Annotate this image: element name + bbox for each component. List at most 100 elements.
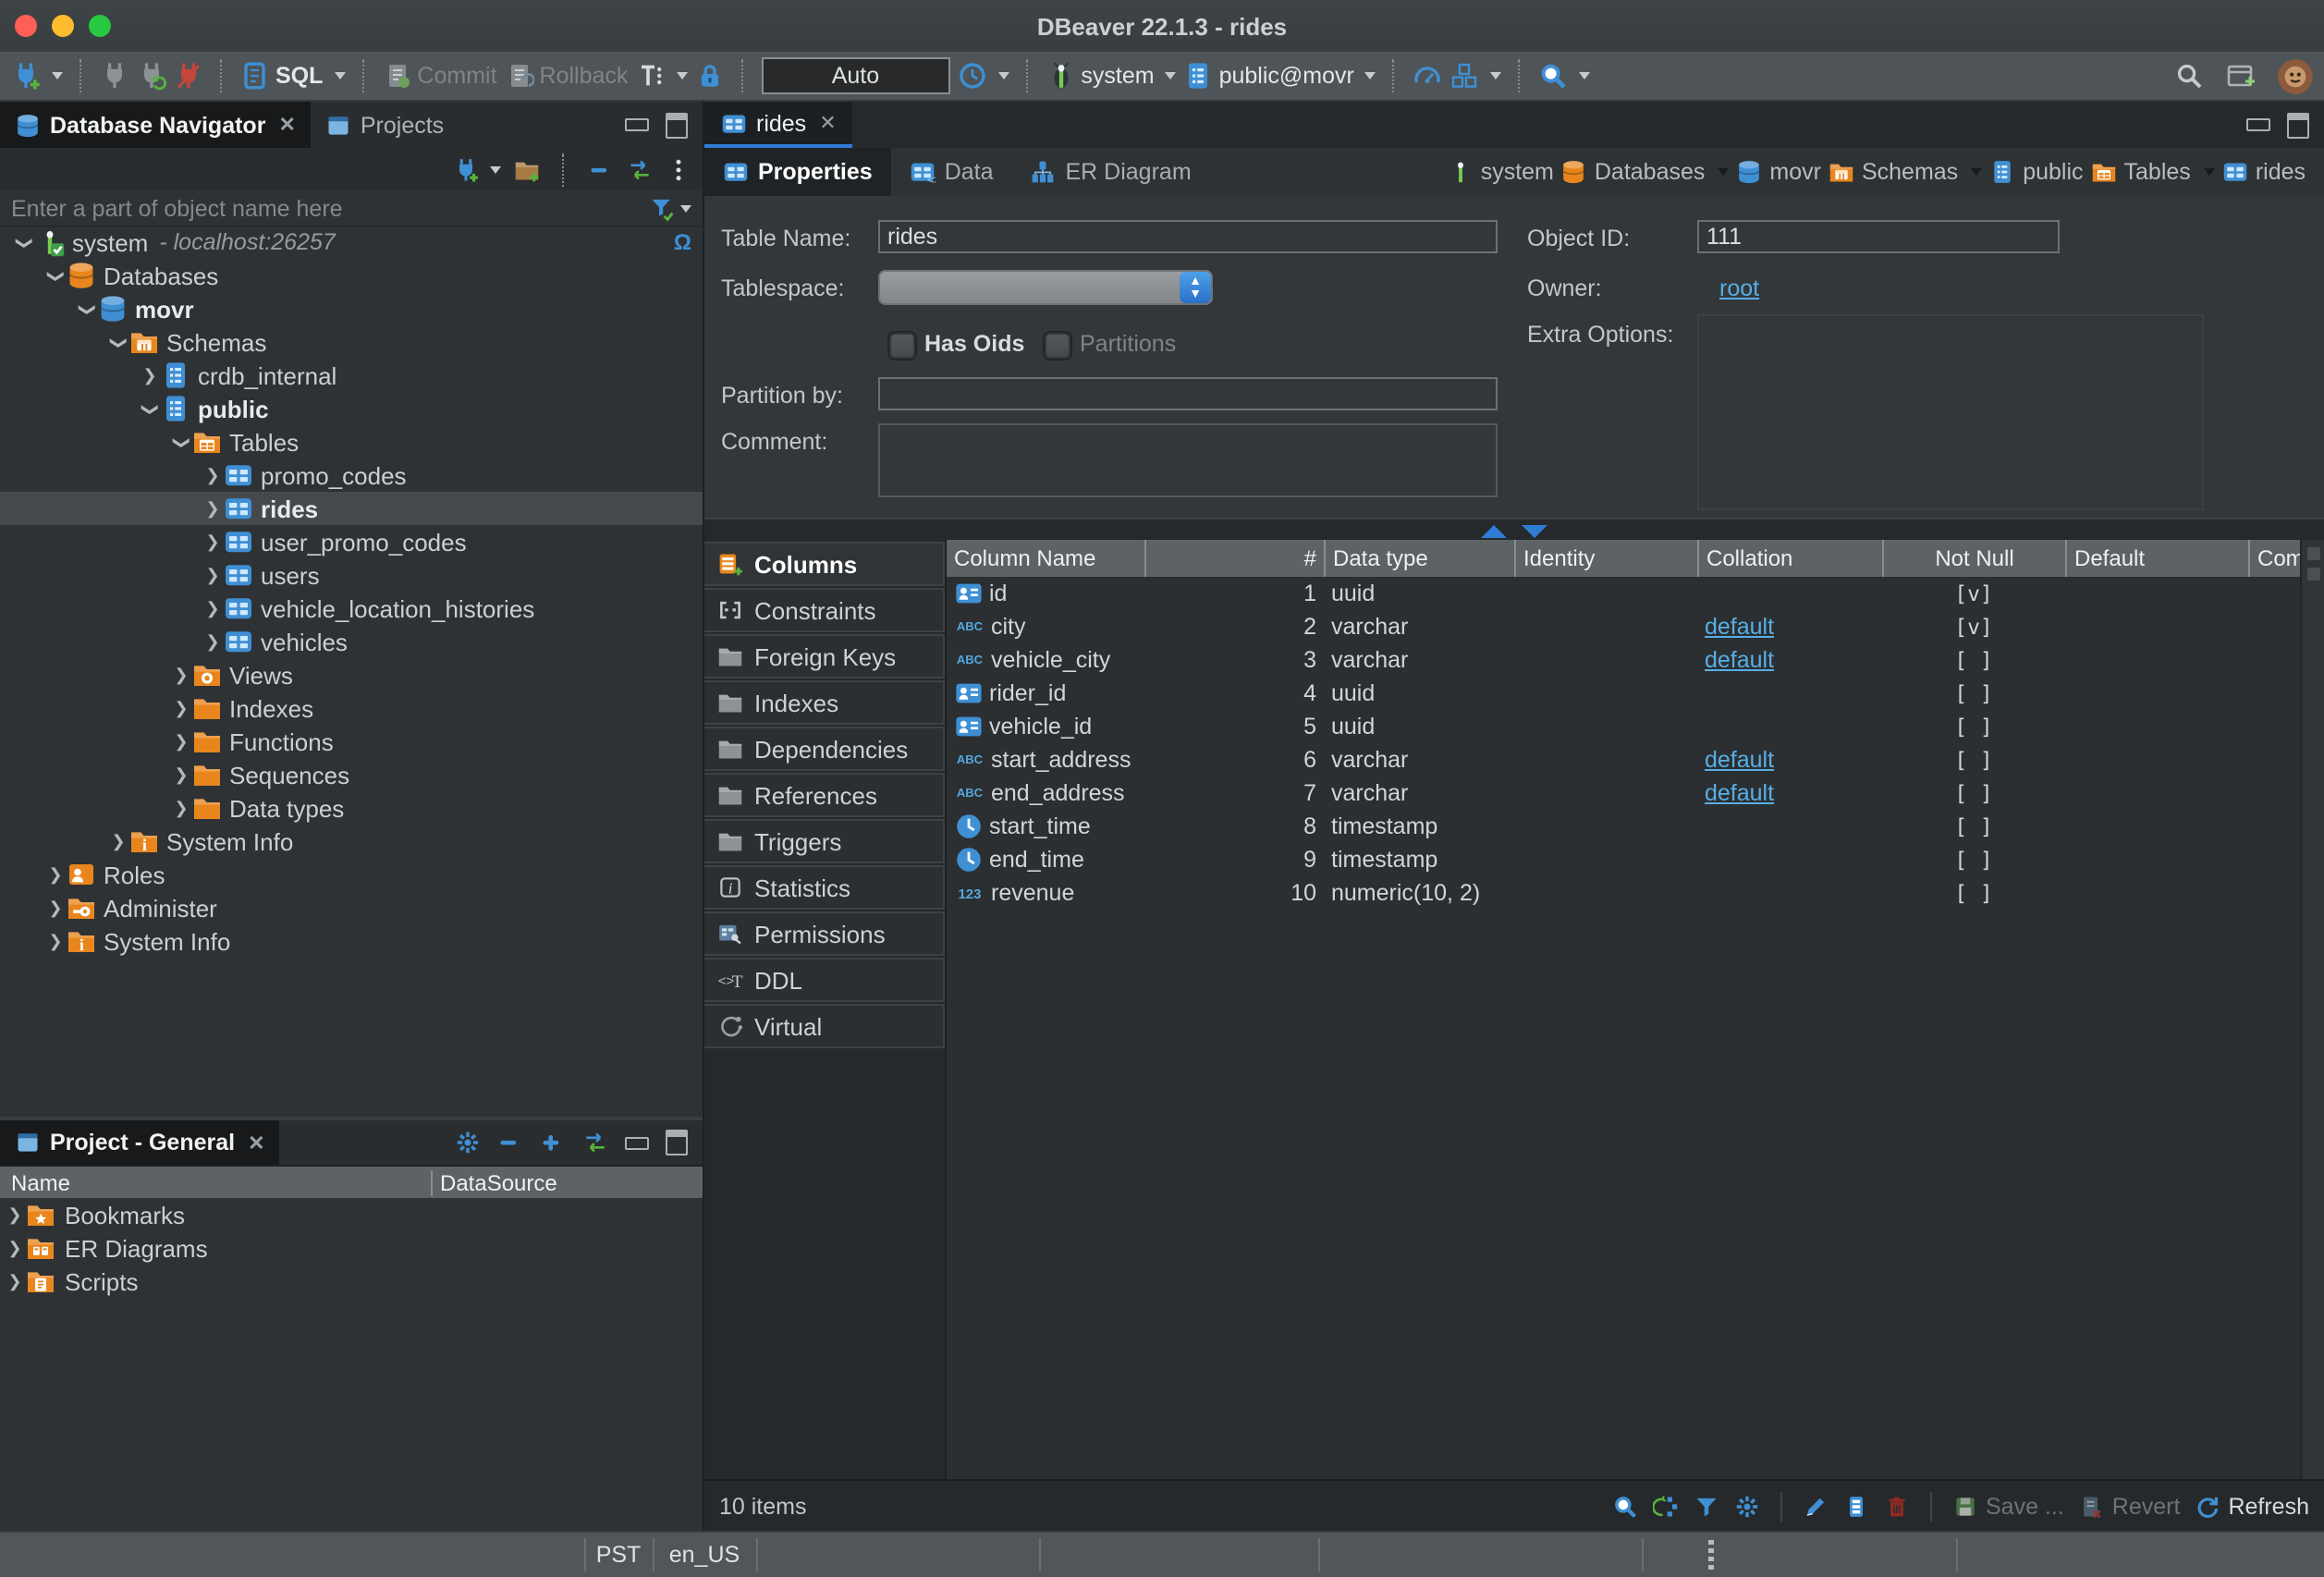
- search-button[interactable]: [1539, 61, 1591, 91]
- subtab-data[interactable]: <>Data: [891, 148, 1012, 196]
- breadcrumb-movr[interactable]: movr: [1736, 159, 1821, 185]
- revert-button[interactable]: Revert: [2079, 1493, 2181, 1519]
- grid-row-revenue[interactable]: 123revenue10numeric(10, 2)[ ]: [947, 876, 2300, 910]
- link-with-editor-icon[interactable]: [627, 156, 653, 182]
- tree-item-system-info[interactable]: ❯iSystem Info: [0, 924, 703, 958]
- close-icon[interactable]: ✕: [278, 113, 295, 137]
- expand-arrow-icon[interactable]: ❯: [44, 864, 67, 885]
- subtab-properties[interactable]: Properties: [704, 148, 891, 196]
- edit-pencil-icon[interactable]: [1803, 1493, 1829, 1519]
- disconnect-icon[interactable]: [174, 61, 203, 91]
- filter-settings-icon[interactable]: [649, 195, 675, 221]
- expand-arrow-icon[interactable]: ❯: [4, 1238, 26, 1258]
- grid-header-default[interactable]: Default: [2065, 540, 2248, 577]
- new-window-icon[interactable]: [2226, 61, 2256, 91]
- tree-item-movr[interactable]: ❯movr: [0, 292, 703, 325]
- tree-item-indexes[interactable]: ❯Indexes: [0, 691, 703, 725]
- collapse-arrow-icon[interactable]: ❯: [77, 298, 97, 320]
- has-oids-checkbox[interactable]: [889, 333, 915, 359]
- expand-arrow-icon[interactable]: ❯: [170, 798, 192, 818]
- tablespace-select[interactable]: ▲▼: [878, 270, 1213, 305]
- tree-item-system-info[interactable]: ❯iSystem Info: [0, 825, 703, 858]
- close-icon[interactable]: ✕: [248, 1131, 264, 1155]
- collapse-all-icon[interactable]: [588, 156, 614, 182]
- tree-item-views[interactable]: ❯Views: [0, 658, 703, 691]
- editor-tab-rides[interactable]: rides✕: [704, 102, 853, 148]
- partitions-checkbox[interactable]: [1045, 333, 1070, 359]
- breadcrumb-schemas[interactable]: Schemas: [1829, 159, 1982, 185]
- tree-item-crdb-internal[interactable]: ❯crdb_internal: [0, 359, 703, 392]
- rollback-button[interactable]: Rollback: [505, 61, 629, 91]
- timezone-indicator[interactable]: PST: [584, 1533, 653, 1577]
- grid-header-column-name[interactable]: Column Name: [947, 540, 1144, 577]
- grid-row-end_time[interactable]: end_time9timestamp[ ]: [947, 843, 2300, 876]
- column-header-name[interactable]: Name: [0, 1169, 433, 1195]
- collation-link[interactable]: default: [1705, 647, 1774, 673]
- grid-header-#[interactable]: #: [1144, 540, 1324, 577]
- close-icon[interactable]: ✕: [819, 111, 836, 135]
- grid-header-not-null[interactable]: Not Null: [1882, 540, 2065, 577]
- tree-item-tables[interactable]: ❯Tables: [0, 425, 703, 458]
- collapse-arrow-icon[interactable]: ❯: [14, 231, 34, 253]
- breadcrumb-public[interactable]: public: [1989, 159, 2083, 185]
- maximize-panel-icon[interactable]: [666, 1130, 688, 1155]
- tree-item-rides[interactable]: ❯rides: [0, 492, 703, 525]
- dashboard-icon[interactable]: [1413, 61, 1443, 91]
- expand-arrow-icon[interactable]: ❯: [170, 698, 192, 718]
- statusbar-grip[interactable]: [1708, 1540, 1714, 1570]
- maximize-editor-icon[interactable]: [2287, 112, 2309, 138]
- new-folder-icon[interactable]: [514, 156, 540, 182]
- section-tab-references[interactable]: References: [704, 773, 945, 817]
- commit-mode-select[interactable]: Auto: [761, 57, 949, 94]
- section-tab-foreign-keys[interactable]: Foreign Keys: [704, 634, 945, 678]
- owner-link[interactable]: root: [1719, 275, 1759, 301]
- section-tab-permissions[interactable]: Permissions: [704, 911, 945, 956]
- project-item-scripts[interactable]: ❯Scripts: [0, 1265, 703, 1298]
- grid-row-end_address[interactable]: ABCend_address7varchardefault[ ]: [947, 776, 2300, 810]
- expand-arrow-icon[interactable]: ❯: [44, 931, 67, 951]
- expand-arrow-icon[interactable]: ❯: [202, 565, 224, 585]
- tree-item-users[interactable]: ❯users: [0, 558, 703, 592]
- tree-item-functions[interactable]: ❯Functions: [0, 725, 703, 758]
- expand-up-icon[interactable]: [1481, 524, 1507, 537]
- link-with-editor-icon[interactable]: [582, 1130, 608, 1155]
- gear-icon[interactable]: [455, 1130, 481, 1155]
- extra-options-area[interactable]: [1697, 314, 2204, 510]
- new-connection-small-button[interactable]: [453, 156, 501, 182]
- tree-item-promo-codes[interactable]: ❯promo_codes: [0, 458, 703, 492]
- maximize-panel-icon[interactable]: [666, 112, 688, 138]
- section-tab-ddl[interactable]: <>TDDL: [704, 958, 945, 1002]
- expand-arrow-icon[interactable]: ❯: [44, 898, 67, 918]
- grid-row-vehicle_id[interactable]: vehicle_id5uuid[ ]: [947, 710, 2300, 743]
- tree-item-vehicles[interactable]: ❯vehicles: [0, 625, 703, 658]
- object-id-input[interactable]: [1697, 220, 2060, 253]
- tree-item-administer[interactable]: ❯Administer: [0, 891, 703, 924]
- collation-link[interactable]: default: [1705, 614, 1774, 640]
- breadcrumb-databases[interactable]: Databases: [1561, 159, 1730, 185]
- tree-item-data-types[interactable]: ❯Data types: [0, 791, 703, 825]
- comment-textarea[interactable]: [878, 423, 1498, 497]
- expand-all-icon[interactable]: [540, 1130, 566, 1155]
- section-tab-virtual[interactable]: Virtual: [704, 1004, 945, 1048]
- expand-arrow-icon[interactable]: ❯: [139, 365, 161, 385]
- sql-editor-button[interactable]: SQL: [240, 61, 345, 91]
- grid-row-city[interactable]: ABCcity2varchardefault[v]: [947, 610, 2300, 643]
- filter-icon[interactable]: [1694, 1493, 1719, 1519]
- grid-header-collation[interactable]: Collation: [1697, 540, 1882, 577]
- section-tab-statistics[interactable]: iStatistics: [704, 865, 945, 910]
- expand-arrow-icon[interactable]: ❯: [170, 665, 192, 685]
- grid-row-vehicle_city[interactable]: ABCvehicle_city3varchardefault[ ]: [947, 643, 2300, 677]
- collation-link[interactable]: default: [1705, 780, 1774, 806]
- expand-arrow-icon[interactable]: ❯: [170, 764, 192, 785]
- expand-arrow-icon[interactable]: ❯: [4, 1204, 26, 1225]
- expand-arrow-icon[interactable]: ❯: [170, 731, 192, 752]
- transaction-log-button[interactable]: [635, 61, 687, 91]
- section-tab-triggers[interactable]: Triggers: [704, 819, 945, 863]
- minimize-editor-icon[interactable]: [2246, 118, 2270, 131]
- tab-projects[interactable]: Projects: [311, 102, 459, 148]
- section-tab-dependencies[interactable]: Dependencies: [704, 727, 945, 771]
- collapse-arrow-icon[interactable]: ❯: [45, 264, 66, 287]
- minimize-panel-icon[interactable]: [625, 1136, 649, 1149]
- breadcrumb-tables[interactable]: Tables: [2091, 159, 2215, 185]
- tree-item-system[interactable]: ❯system- localhost:26257: [0, 226, 703, 259]
